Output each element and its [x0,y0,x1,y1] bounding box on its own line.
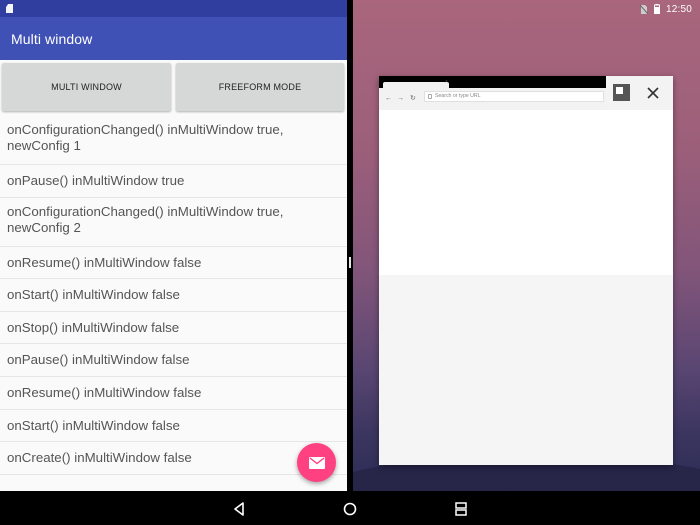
list-item: onResume() inMultiWindow false [0,377,347,410]
status-bar-left [0,0,347,17]
email-icon [308,456,325,469]
window-lower-area [379,275,673,465]
list-item: onResume() inMultiWindow false [0,247,347,280]
list-item: onStop() inMultiWindow false [0,312,347,345]
no-sim-icon [639,4,648,14]
maximize-icon [616,87,623,94]
list-item: onConfigurationChanged() inMultiWindow t… [0,198,347,247]
home-button[interactable] [342,501,358,517]
page-info-icon [428,94,432,99]
omnibox-placeholder: Search or type URL [435,93,481,99]
email-fab[interactable] [297,443,336,482]
battery-icon [653,4,660,14]
button-row: MULTI WINDOW FREEFORM MODE [0,63,347,113]
multi-window-button[interactable]: MULTI WINDOW [2,63,171,111]
tab-close-icon[interactable]: × [445,80,448,85]
back-button[interactable] [231,501,247,517]
overview-button[interactable] [453,501,469,517]
multi-window-app: Multi window MULTI WINDOW FREEFORM MODE … [0,0,347,491]
screen: Multi window MULTI WINDOW FREEFORM MODE … [0,0,700,525]
status-bar-right: 12:50 [639,3,692,15]
back-icon [234,502,244,516]
list-item: onCreate() inMultiWindow false [0,442,347,475]
list-item: onPause() inMultiWindow true [0,165,347,198]
reload-icon[interactable]: ↻ [410,95,416,103]
divider-handle[interactable] [349,257,351,268]
freeform-mode-button[interactable]: FREEFORM MODE [176,63,344,111]
browser-content[interactable] [379,110,673,275]
omnibox[interactable]: Search or type URL [424,91,604,102]
back-arrow-icon[interactable]: ← [385,95,392,103]
clock: 12:50 [665,3,692,15]
home-icon [343,502,357,516]
list-item: onPause() inMultiWindow false [0,344,347,377]
app-title: Multi window [11,31,93,47]
overview-icon [455,502,467,516]
browser-chrome: × ← → ↻ Search or type URL [379,76,606,110]
freeform-window[interactable]: × ← → ↻ Search or type URL [379,76,673,465]
list-item: onConfigurationChanged() inMultiWindow t… [0,116,347,165]
list-item: onStart() inMultiWindow false [0,410,347,443]
app-bar: Multi window [0,17,347,60]
navigation-bar [0,491,700,525]
maximize-button[interactable] [613,84,630,101]
sd-card-icon [6,4,13,13]
lifecycle-log-list: onConfigurationChanged() inMultiWindow t… [0,116,347,475]
list-item: onStart() inMultiWindow false [0,279,347,312]
close-window-button[interactable] [645,85,661,101]
forward-arrow-icon[interactable]: → [397,95,404,103]
